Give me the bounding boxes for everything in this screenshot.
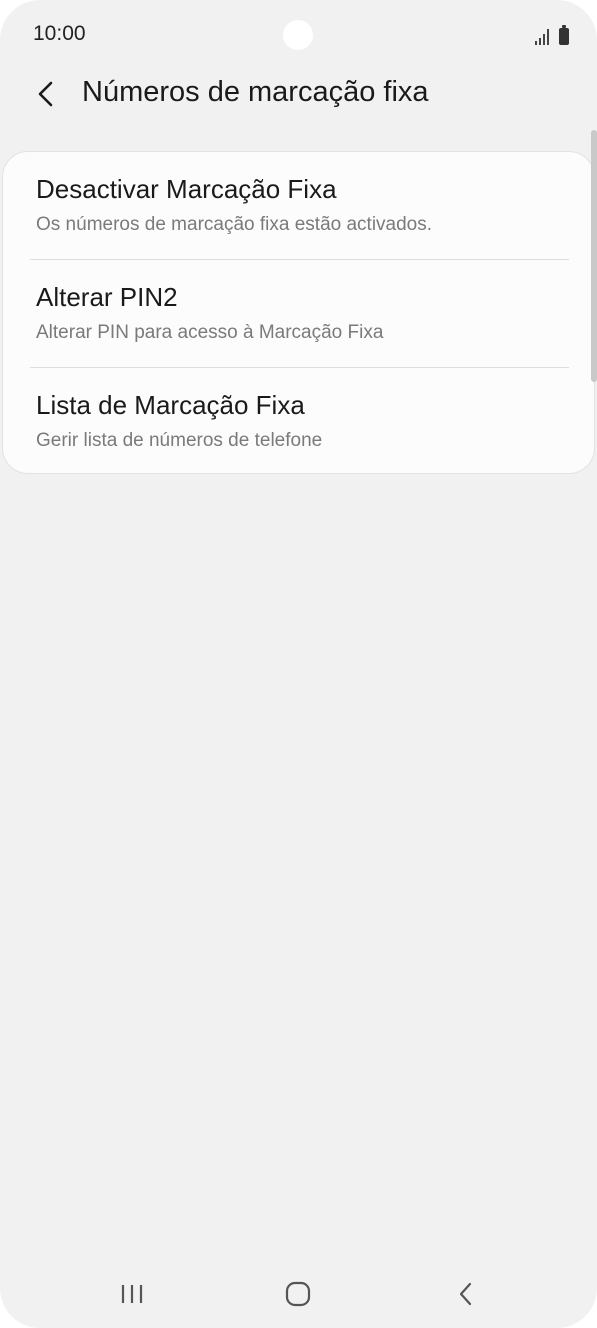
recent-apps-icon — [121, 1285, 143, 1303]
item-subtitle: Gerir lista de números de telefone — [36, 430, 323, 451]
page-title: Números de marcação fixa — [82, 76, 429, 108]
deactivate-fdn-item[interactable]: Desactivar Marcação Fixa Os números de m… — [3, 152, 596, 259]
battery-icon — [559, 25, 569, 45]
signal-icon — [535, 29, 549, 45]
item-title: Lista de Marcação Fixa — [36, 390, 305, 420]
home-button[interactable] — [268, 1270, 328, 1318]
item-subtitle: Os números de marcação fixa estão activa… — [36, 214, 433, 235]
status-icons — [535, 23, 569, 45]
chevron-left-icon — [38, 81, 53, 107]
recent-apps-button[interactable] — [102, 1270, 162, 1318]
front-camera — [283, 20, 313, 50]
phone-screen: 10:00 Números de marcação fixa Desactiva… — [0, 0, 597, 1328]
status-bar: 10:00 — [0, 0, 597, 70]
status-time: 10:00 — [33, 22, 86, 45]
home-icon — [285, 1281, 311, 1307]
item-subtitle: Alterar PIN para acesso à Marcação Fixa — [36, 322, 384, 343]
item-title: Alterar PIN2 — [36, 282, 178, 312]
app-bar: Números de marcação fixa — [0, 62, 597, 126]
settings-card: Desactivar Marcação Fixa Os números de m… — [2, 151, 595, 474]
change-pin2-item[interactable]: Alterar PIN2 Alterar PIN para acesso à M… — [3, 260, 596, 367]
back-icon — [459, 1282, 472, 1306]
item-title: Desactivar Marcação Fixa — [36, 174, 337, 204]
nav-back-button[interactable] — [436, 1270, 496, 1318]
back-button[interactable] — [28, 76, 64, 112]
navigation-bar — [0, 1260, 597, 1328]
scrollbar[interactable] — [591, 130, 597, 382]
fdn-list-item[interactable]: Lista de Marcação Fixa Gerir lista de nú… — [3, 368, 596, 475]
